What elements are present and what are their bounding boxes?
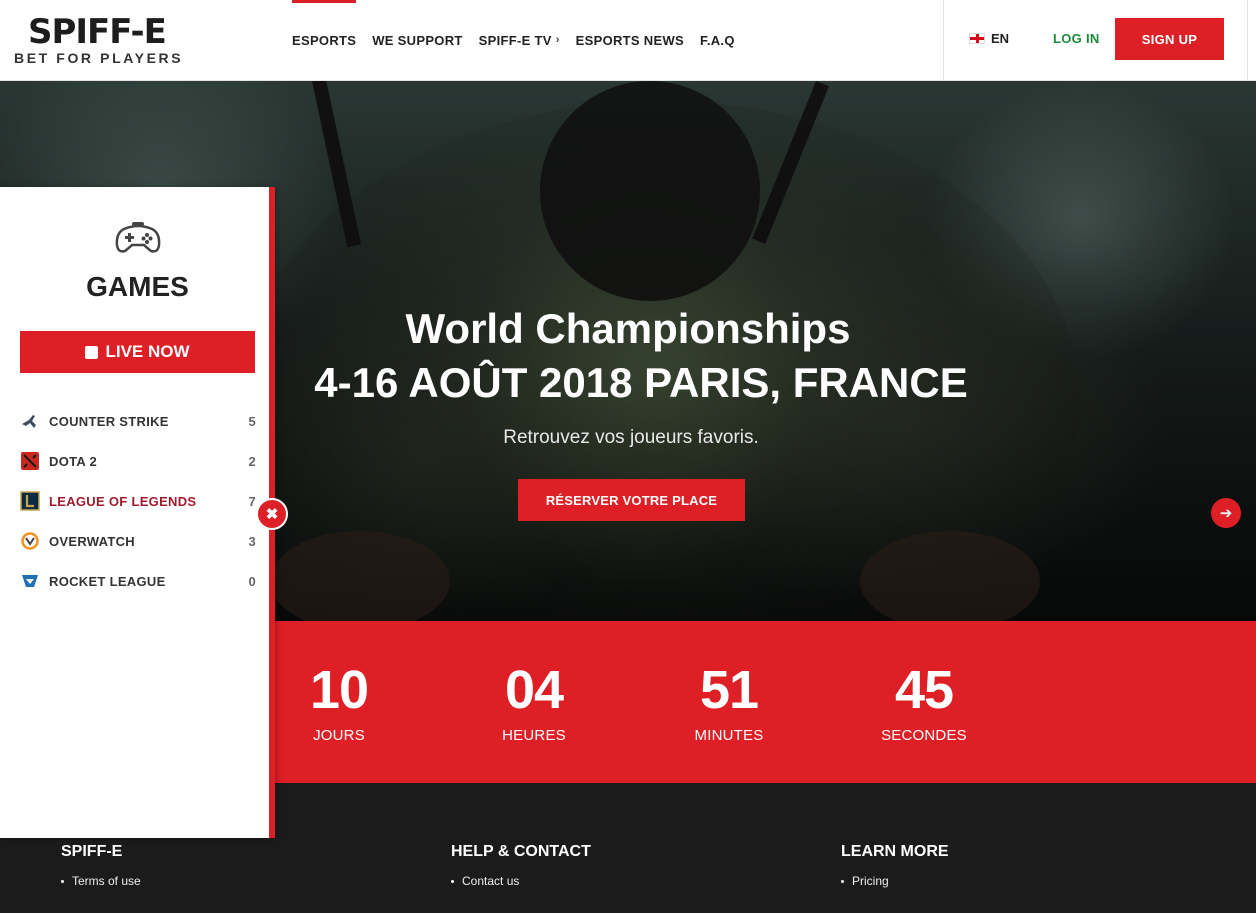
footer-link-label: Contact us [462, 874, 520, 888]
close-sidebar-icon[interactable]: ✖ [256, 498, 288, 530]
login-link[interactable]: LOG IN [1053, 31, 1100, 46]
nav-item-faq[interactable]: F.A.Q [700, 0, 735, 80]
game-item-league-of-legends[interactable]: LEAGUE OF LEGENDS 7 [20, 481, 256, 521]
nav-item-spiff-e-tv[interactable]: SPIFF-E TV › [479, 0, 560, 80]
nav-label: WE SUPPORT [372, 32, 463, 48]
countdown-minutes: 51 MINUTES [654, 661, 804, 744]
footer-heading: HELP & CONTACT [451, 843, 591, 860]
rocket-league-icon [20, 571, 40, 591]
footer-heading: SPIFF-E [61, 843, 123, 860]
countdown-seconds: 45 SECONDES [849, 661, 999, 744]
dota2-icon [20, 451, 40, 471]
countdown-value: 51 [699, 660, 759, 720]
countdown-days: 10 JOURS [264, 661, 414, 744]
game-count: 0 [248, 573, 256, 589]
game-item-overwatch[interactable]: OVERWATCH 3 [20, 521, 256, 561]
live-indicator-icon [85, 345, 99, 359]
countdown-hours: 04 HEURES [459, 661, 609, 744]
games-title: GAMES [86, 271, 189, 302]
game-count: 2 [248, 453, 256, 469]
game-count: 3 [248, 533, 256, 549]
nav-item-esports[interactable]: ESPORTS [292, 0, 357, 80]
countdown-value: 10 [309, 660, 369, 720]
countdown-label: JOURS [313, 727, 365, 744]
game-item-rocket-league[interactable]: ROCKET LEAGUE 0 [20, 561, 256, 601]
countdown-label: HEURES [502, 727, 566, 744]
counter-strike-icon [20, 411, 40, 431]
reserve-place-button[interactable]: RÉSERVER VOTRE PLACE [518, 479, 745, 521]
games-list: COUNTER STRIKE 5 DOTA 2 2 LEAGUE OF LEGE… [20, 401, 256, 601]
league-of-legends-icon [20, 491, 40, 511]
countdown-label: MINUTES [694, 727, 764, 744]
game-name: COUNTER STRIKE [49, 413, 169, 429]
site-header: SPIFF-E BET FOR PLAYERS ESPORTS WE SUPPO… [0, 0, 1256, 81]
footer-link-label: Terms of use [72, 874, 141, 888]
chevron-right-icon: › [555, 34, 560, 46]
nav-label: ESPORTS [292, 32, 357, 48]
language-label: EN [991, 31, 1010, 46]
game-count: 7 [248, 493, 256, 509]
next-slide-arrow-icon[interactable]: ➔ [1211, 498, 1241, 528]
nav-label: SPIFF-E TV [478, 32, 552, 48]
game-name: DOTA 2 [49, 453, 98, 469]
game-name: ROCKET LEAGUE [49, 573, 166, 589]
footer-column-spiff-e: SPIFF-E Terms of use [61, 843, 141, 900]
signup-button[interactable]: SIGN UP [1115, 18, 1224, 60]
countdown-value: 04 [504, 660, 564, 720]
logo-tagline: BET FOR PLAYERS [14, 50, 184, 66]
gamepad-icon [115, 222, 161, 253]
countdown-label: SECONDES [881, 727, 967, 744]
site-logo[interactable]: SPIFF-E BET FOR PLAYERS [14, 12, 194, 68]
live-now-button[interactable]: LIVE NOW [20, 331, 255, 373]
game-name: LEAGUE OF LEGENDS [49, 493, 197, 509]
footer-heading: LEARN MORE [841, 843, 949, 860]
footer-link-label: Pricing [852, 874, 889, 888]
game-count: 5 [248, 413, 256, 429]
footer-column-learn-more: LEARN MORE Pricing [841, 843, 949, 900]
language-selector[interactable]: EN [969, 31, 1009, 46]
footer-column-help: HELP & CONTACT Contact us [451, 843, 591, 900]
nav-item-we-support[interactable]: WE SUPPORT [372, 0, 462, 80]
game-name: OVERWATCH [49, 533, 136, 549]
nav-label: F.A.Q [700, 32, 735, 48]
england-flag-icon [969, 33, 985, 44]
live-now-label: LIVE NOW [105, 342, 190, 361]
header-divider [943, 0, 944, 80]
main-nav: ESPORTS WE SUPPORT SPIFF-E TV › ESPORTS N… [292, 0, 735, 80]
nav-label: ESPORTS NEWS [575, 32, 685, 48]
game-item-counter-strike[interactable]: COUNTER STRIKE 5 [20, 401, 256, 441]
overwatch-icon [20, 531, 40, 551]
footer-link-contact[interactable]: Contact us [451, 874, 591, 888]
footer-link-pricing[interactable]: Pricing [841, 874, 949, 888]
header-divider-right [1247, 0, 1248, 80]
countdown-value: 45 [894, 660, 954, 720]
logo-wordmark: SPIFF-E [28, 12, 167, 52]
game-item-dota-2[interactable]: DOTA 2 2 [20, 441, 256, 481]
footer-link-terms[interactable]: Terms of use [61, 874, 141, 888]
games-sidebar: GAMES LIVE NOW COUNTER STRIKE 5 DOTA 2 2… [0, 187, 275, 838]
nav-item-esports-news[interactable]: ESPORTS NEWS [576, 0, 684, 80]
